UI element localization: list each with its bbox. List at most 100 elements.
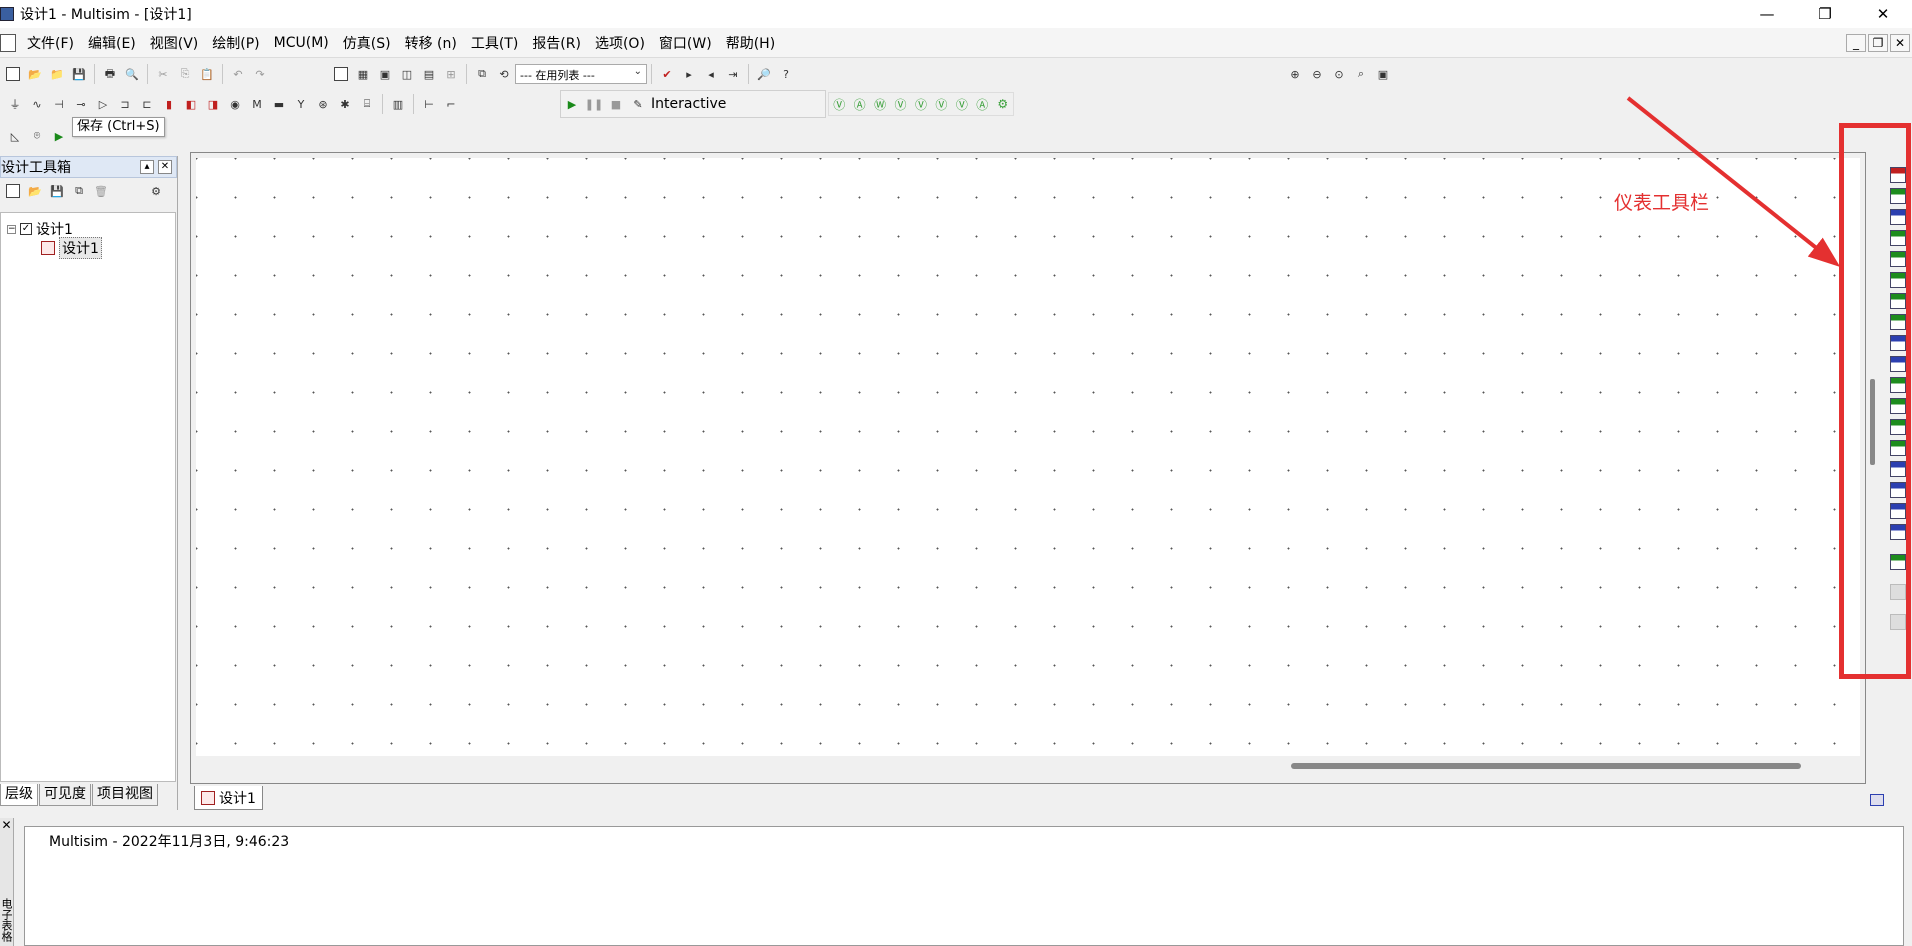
component-database-icon[interactable]: ▣ xyxy=(375,64,395,84)
settings-icon[interactable]: ⚙ xyxy=(146,181,166,201)
misc-icon[interactable]: M xyxy=(247,94,267,114)
basic-icon[interactable]: ∿ xyxy=(27,94,47,114)
ttl-icon[interactable]: ⊐ xyxy=(115,94,135,114)
cmos-icon[interactable]: ⊏ xyxy=(137,94,157,114)
find-icon[interactable]: 🔎 xyxy=(754,64,774,84)
help-icon[interactable]: ? xyxy=(776,64,796,84)
zoom-area-icon[interactable]: ⊙ xyxy=(1329,64,1349,84)
mixed-icon[interactable]: ◨ xyxy=(203,94,223,114)
save-design-icon[interactable]: 💾 xyxy=(47,181,67,201)
collapse-icon[interactable]: − xyxy=(7,224,16,234)
tab-hierarchy[interactable]: 层级 xyxy=(0,784,38,806)
connector-icon[interactable]: ⌸ xyxy=(357,94,377,114)
graph-icon[interactable]: ◺ xyxy=(5,126,25,146)
redo-icon[interactable]: ↷ xyxy=(250,64,270,84)
full-screen-icon[interactable]: ▣ xyxy=(1373,64,1393,84)
menu-options[interactable]: 选项(O) xyxy=(588,33,652,53)
tab-visibility[interactable]: 可见度 xyxy=(39,784,91,806)
document-tab[interactable]: 设计1 xyxy=(194,786,263,810)
advanced-peripherals-icon[interactable]: ▬ xyxy=(269,94,289,114)
run-icon[interactable]: ▶ xyxy=(562,94,582,114)
voltage-probe-icon[interactable]: Ⓥ xyxy=(830,94,848,114)
menu-transfer[interactable]: 转移 (n) xyxy=(398,33,464,53)
print-preview-icon[interactable]: 🔍 xyxy=(122,64,142,84)
open-sample-icon[interactable]: 📁 xyxy=(47,64,67,84)
spreadsheet-view-icon[interactable]: ▦ xyxy=(353,64,373,84)
paste-icon[interactable]: 📋 xyxy=(197,64,217,84)
hierarchical-block-icon[interactable]: ▥ xyxy=(388,94,408,114)
document-icon[interactable] xyxy=(0,33,16,52)
undo-icon[interactable]: ↶ xyxy=(228,64,248,84)
menu-window[interactable]: 窗口(W) xyxy=(652,33,719,53)
bus-icon[interactable]: ⊢ xyxy=(419,94,439,114)
menu-simulate[interactable]: 仿真(S) xyxy=(336,33,398,53)
erc-icon[interactable]: ✔ xyxy=(657,64,677,84)
checkbox-icon[interactable]: ✓ xyxy=(20,223,32,235)
cut-icon[interactable]: ✂ xyxy=(153,64,173,84)
tab-project-view[interactable]: 项目视图 xyxy=(92,784,158,806)
digital-probe-icon[interactable]: Ⓥ xyxy=(932,94,950,114)
voltage-current-probe-icon[interactable]: Ⓥ xyxy=(953,94,971,114)
tree-child-node[interactable]: 设计1 xyxy=(41,237,102,259)
voltage-reference-probe-icon[interactable]: Ⓥ xyxy=(912,94,930,114)
pause-icon[interactable]: ❚❚ xyxy=(584,94,604,114)
new-sheet-icon[interactable]: ⧉ xyxy=(69,181,89,201)
new-design-icon[interactable] xyxy=(3,181,23,201)
minimize-button[interactable]: — xyxy=(1738,0,1796,28)
mcu-icon[interactable]: ▮ xyxy=(159,94,179,114)
menu-view[interactable]: 视图(V) xyxy=(143,33,206,53)
mdi-restore-button[interactable]: ❐ xyxy=(1868,34,1888,52)
electrical-rules-icon[interactable]: ⊞ xyxy=(441,64,461,84)
postprocessor-icon[interactable]: ▤ xyxy=(419,64,439,84)
menu-reports[interactable]: 报告(R) xyxy=(525,33,588,53)
simulation-mode-label[interactable]: Interactive xyxy=(651,96,726,112)
wire-icon[interactable]: ⌐ xyxy=(441,94,461,114)
maximize-button[interactable]: ❐ xyxy=(1796,0,1854,28)
forward-annotate-icon[interactable]: ◂ xyxy=(701,64,721,84)
close-icon[interactable]: ✕ xyxy=(0,818,13,832)
mdi-close-button[interactable]: ✕ xyxy=(1890,34,1910,52)
menu-file[interactable]: 文件(F) xyxy=(20,33,81,53)
menu-place[interactable]: 绘制(P) xyxy=(205,33,266,53)
power-probe-icon[interactable]: Ⓦ xyxy=(871,94,889,114)
transistor-icon[interactable]: ⊸ xyxy=(71,94,91,114)
toggle-toolbox-icon[interactable] xyxy=(331,64,351,84)
labview-instrument-icon[interactable]: ▶ xyxy=(49,126,69,146)
probe-settings-icon[interactable]: ⚙ xyxy=(994,94,1012,114)
menu-mcu[interactable]: MCU(M) xyxy=(267,35,336,51)
open-design-icon[interactable]: 📂 xyxy=(25,181,45,201)
database-manager-icon[interactable]: ⟲ xyxy=(494,64,514,84)
tree-root-node[interactable]: − ✓ 设计1 xyxy=(7,219,73,239)
print-icon[interactable]: 🖶 xyxy=(100,64,120,84)
menu-tools[interactable]: 工具(T) xyxy=(464,33,525,53)
delete-sheet-icon[interactable]: 🗑 xyxy=(91,181,111,201)
back-annotate-icon[interactable]: ▸ xyxy=(679,64,699,84)
save-icon[interactable]: 💾 xyxy=(69,64,89,84)
zoom-in-icon[interactable]: ⊕ xyxy=(1285,64,1305,84)
new-file-icon[interactable] xyxy=(3,64,23,84)
in-use-list-dropdown[interactable]: --- 在用列表 --- ⌄ xyxy=(515,64,647,84)
component-wizard-icon[interactable]: ⧉ xyxy=(472,64,492,84)
copy-icon[interactable]: ⎘ xyxy=(175,64,195,84)
analysis-icon[interactable]: ⌾ xyxy=(27,126,47,146)
mdi-minimize-button[interactable]: _ xyxy=(1846,34,1866,52)
zoom-out-icon[interactable]: ⊖ xyxy=(1307,64,1327,84)
grapher-icon[interactable]: ◫ xyxy=(397,64,417,84)
rf-icon[interactable]: Y xyxy=(291,94,311,114)
misc-digital-icon[interactable]: ◧ xyxy=(181,94,201,114)
menu-help[interactable]: 帮助(H) xyxy=(719,33,782,53)
close-button[interactable]: ✕ xyxy=(1854,0,1912,28)
analog-icon[interactable]: ▷ xyxy=(93,94,113,114)
ni-components-icon[interactable]: ✱ xyxy=(335,94,355,114)
diode-icon[interactable]: ⊣ xyxy=(49,94,69,114)
open-folder-icon[interactable]: 📂 xyxy=(25,64,45,84)
horizontal-scroll-thumb[interactable] xyxy=(1291,763,1801,769)
toolbox-dock-button[interactable]: ▴ xyxy=(140,160,154,174)
toolbox-close-button[interactable]: ✕ xyxy=(158,160,172,174)
reference-probe-icon[interactable]: Ⓐ xyxy=(973,94,991,114)
menu-edit[interactable]: 编辑(E) xyxy=(81,33,143,53)
zoom-sheet-icon[interactable]: ⌕ xyxy=(1351,64,1371,84)
current-probe-icon[interactable]: Ⓐ xyxy=(850,94,868,114)
transfer-icon[interactable]: ⇥ xyxy=(723,64,743,84)
differential-probe-icon[interactable]: Ⓥ xyxy=(891,94,909,114)
